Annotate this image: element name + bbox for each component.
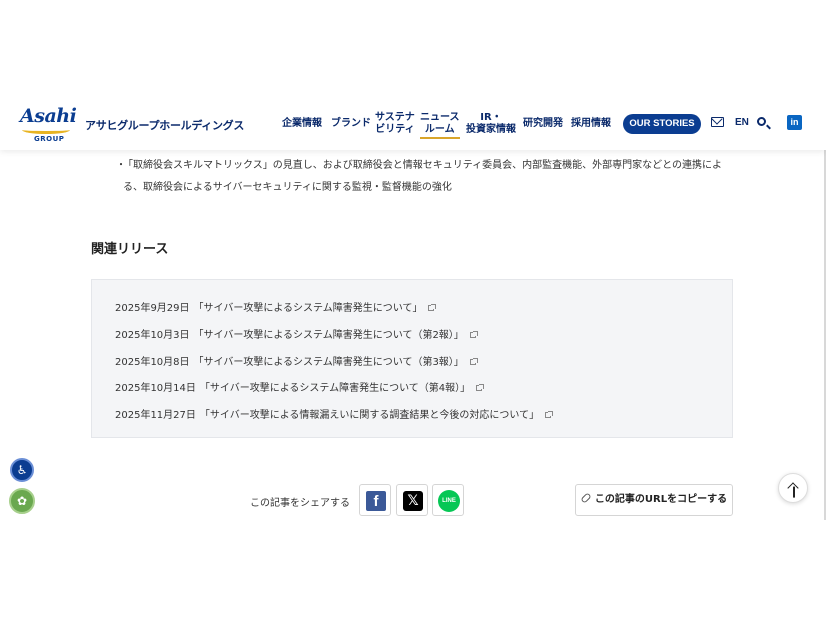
line-icon: LINE	[438, 490, 460, 512]
external-link-icon	[476, 384, 485, 391]
nav-label: ビリティ	[375, 124, 415, 135]
nav-label: IR・	[480, 112, 502, 123]
nav-newsroom[interactable]: ニュース ルーム	[420, 112, 460, 139]
release-date: 2025年11月27日	[115, 410, 196, 421]
cookie-settings-button[interactable]: ✿	[9, 488, 35, 514]
release-title: 「サイバー攻撃による情報漏えいに関する調査結果と今後の対応について」	[199, 410, 540, 421]
related-releases-title: 関連リリース	[91, 242, 169, 257]
release-title: 「サイバー攻撃によるシステム障害発生について（第4報）」	[199, 383, 471, 394]
share-x-button[interactable]: 𝕏	[396, 484, 428, 516]
release-link[interactable]: 2025年10月8日 「サイバー攻撃によるシステム障害発生について（第3報）」	[115, 353, 478, 368]
nav-label: 企業情報	[282, 118, 322, 129]
nav-sustainability[interactable]: サステナ ビリティ	[375, 112, 415, 136]
nav-brand[interactable]: ブランド	[331, 118, 371, 130]
share-facebook-button[interactable]: f	[359, 484, 391, 516]
logo-swoosh	[22, 126, 70, 134]
mail-icon[interactable]	[711, 117, 724, 127]
company-name[interactable]: アサヒグループホールディングス	[85, 117, 244, 133]
facebook-icon: f	[366, 491, 386, 511]
nav-label: ニュース	[420, 112, 460, 123]
release-link[interactable]: 2025年10月3日 「サイバー攻撃によるシステム障害発生について（第2報）」	[115, 326, 478, 341]
nav-label: 投資家情報	[466, 124, 516, 135]
release-title: 「サイバー攻撃によるシステム障害発生について（第2報）」	[193, 330, 464, 341]
release-date: 2025年10月3日	[115, 330, 190, 341]
x-icon: 𝕏	[403, 491, 423, 511]
bullet-body: 「取締役会スキルマトリックス」の見直し、および取締役会と情報セキュリティ委員会、…	[123, 160, 722, 193]
copy-url-label: この記事のURLをコピーする	[594, 494, 728, 505]
nav-corporate-info[interactable]: 企業情報	[282, 118, 322, 130]
nav-label: 研究開発	[523, 118, 563, 129]
nav-label: 採用情報	[571, 118, 611, 129]
page-viewport: Asahi GROUP アサヒグループホールディングス 企業情報 ブランド サス…	[0, 98, 826, 520]
release-date: 2025年10月14日	[115, 383, 196, 394]
link-icon	[580, 492, 592, 504]
search-icon[interactable]	[757, 117, 766, 126]
logo-wordmark: Asahi	[20, 105, 77, 127]
nav-label: サステナ	[375, 112, 415, 123]
external-link-icon	[428, 304, 437, 311]
logo-group-text: GROUP	[34, 135, 65, 143]
scroll-to-top-button[interactable]	[778, 473, 808, 503]
release-title: 「サイバー攻撃によるシステム障害発生について（第3報）」	[193, 357, 464, 368]
share-label: この記事をシェアする	[250, 498, 350, 509]
nav-ir[interactable]: IR・ 投資家情報	[466, 112, 516, 136]
linkedin-icon[interactable]: in	[787, 115, 802, 130]
related-releases-list: 2025年9月29日 「サイバー攻撃によるシステム障害発生について」 2025年1…	[91, 279, 733, 438]
external-link-icon	[469, 358, 478, 365]
arrow-up-icon	[787, 482, 799, 494]
release-link[interactable]: 2025年10月14日 「サイバー攻撃によるシステム障害発生について（第4報）」	[115, 379, 485, 394]
external-link-icon	[469, 331, 478, 338]
asahi-logo[interactable]: Asahi GROUP	[20, 105, 77, 143]
release-link[interactable]: 2025年11月27日 「サイバー攻撃による情報漏えいに関する調査結果と今後の対応…	[115, 406, 554, 421]
site-header: Asahi GROUP アサヒグループホールディングス 企業情報 ブランド サス…	[0, 98, 826, 150]
nav-label: ブランド	[331, 118, 371, 129]
release-date: 2025年10月8日	[115, 357, 190, 368]
bullet-paragraph: ・ 「取締役会スキルマトリックス」の見直し、および取締役会と情報セキュリティ委員…	[116, 155, 736, 199]
language-switch[interactable]: EN	[735, 117, 749, 128]
nav-careers[interactable]: 採用情報	[571, 118, 611, 130]
bullet-mark: ・	[116, 160, 126, 171]
nav-label: ルーム	[424, 124, 455, 135]
release-date: 2025年9月29日	[115, 303, 190, 314]
external-link-icon	[545, 411, 554, 418]
nav-research[interactable]: 研究開発	[523, 118, 563, 130]
our-stories-button[interactable]: OUR STORIES	[623, 114, 701, 134]
release-link[interactable]: 2025年9月29日 「サイバー攻撃によるシステム障害発生について」	[115, 299, 437, 314]
share-line-button[interactable]: LINE	[432, 484, 464, 516]
accessibility-button[interactable]: ♿	[10, 458, 34, 482]
release-title: 「サイバー攻撃によるシステム障害発生について」	[193, 303, 423, 314]
copy-url-button[interactable]: この記事のURLをコピーする	[575, 484, 733, 516]
